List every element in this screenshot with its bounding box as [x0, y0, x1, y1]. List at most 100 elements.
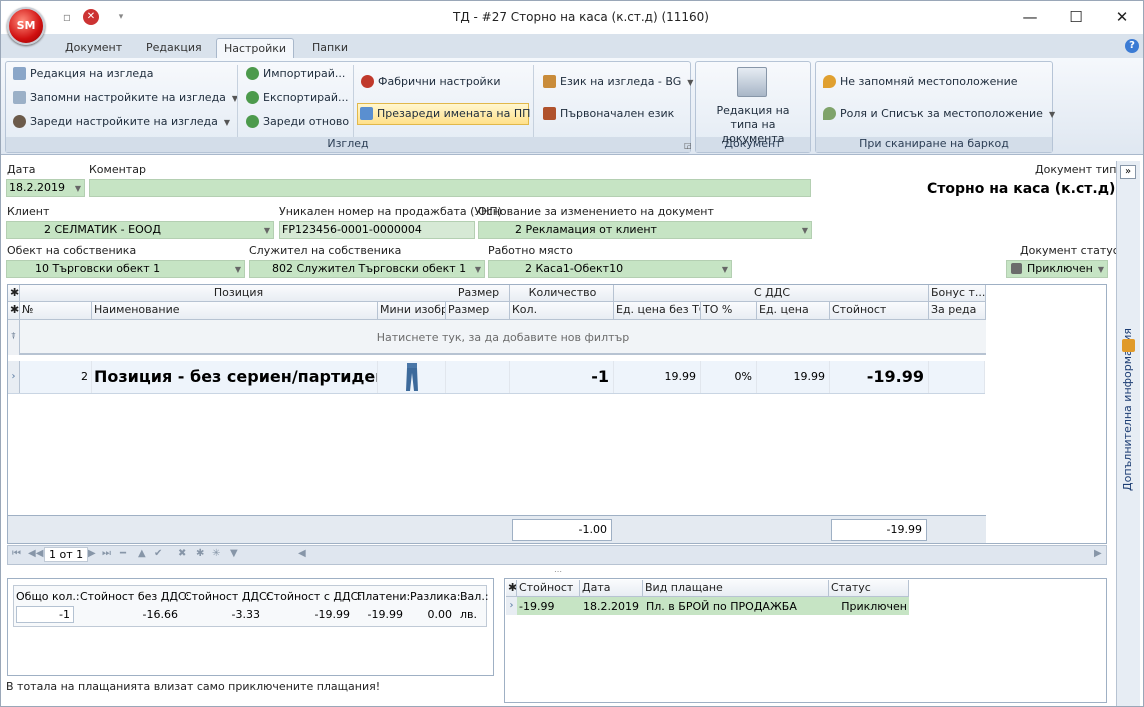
table-row[interactable]: › 2 Позиция - без сериен/партиден... -1 …	[8, 361, 985, 394]
doc-type-value: Сторно на каса (к.ст.д)	[927, 181, 1116, 197]
info-icon	[1122, 339, 1135, 352]
edit-view-button[interactable]: Редакция на изгледа	[11, 64, 231, 84]
grid-row-header-icon[interactable]: ✱	[8, 302, 20, 320]
col-per-row[interactable]: За реда	[929, 302, 986, 320]
filter-icon[interactable]: ⍒	[8, 320, 20, 355]
save-view-settings-button[interactable]: Запомни настройките на изгледа ▼	[11, 88, 238, 108]
col-size[interactable]: Размер	[446, 302, 510, 320]
asterisk-filter-icon[interactable]: ✳	[212, 548, 220, 559]
minimize-button[interactable]: —	[1019, 7, 1041, 27]
pay-col-type[interactable]: Вид плащане	[643, 580, 829, 597]
tab-folders[interactable]: Папки	[312, 38, 362, 58]
tab-settings[interactable]: Настройки	[216, 38, 294, 58]
cell-no[interactable]: 2	[20, 361, 92, 393]
asterisk-icon[interactable]: ✱	[196, 548, 204, 559]
pay-type[interactable]: Пл. в БРОЙ по ПРОДАЖБА	[646, 600, 797, 613]
factory-settings-button[interactable]: Фабрични настройки	[359, 72, 527, 92]
chevron-down-icon: ▼	[74, 184, 81, 193]
pay-value[interactable]: -19.99	[519, 600, 554, 613]
table-row[interactable]: › -19.99 18.2.2019 Пл. в БРОЙ по ПРОДАЖБ…	[506, 597, 909, 615]
status-combo[interactable]: Приключен ▼	[1006, 260, 1108, 278]
col-qty[interactable]: Кол.	[510, 302, 614, 320]
cell-qty[interactable]: -1	[510, 361, 614, 393]
col-price-no-to[interactable]: Ед. цена без ТО	[614, 302, 701, 320]
col-mini-image[interactable]: Мини изобр.	[378, 302, 446, 320]
tab-document[interactable]: Документ	[65, 38, 125, 58]
cell-per-row[interactable]	[929, 361, 985, 393]
comment-field[interactable]	[89, 179, 811, 197]
app-logo-button[interactable]: SM	[7, 7, 45, 45]
band-with-vat: С ДДС	[614, 285, 929, 302]
grid-corner-icon[interactable]: ✱	[8, 285, 20, 302]
col-name[interactable]: Наименование	[92, 302, 378, 320]
totals-table: Общо кол.: Стойност без ДДС: Стойност ДД…	[13, 585, 489, 627]
cancel-icon[interactable]: ✖	[178, 548, 186, 559]
view-language-dropdown[interactable]: Език на изгледа - BG ▼	[541, 72, 693, 92]
object-combo[interactable]: 10 Търговски обект 1 ▼	[6, 260, 245, 278]
splitter-handle-icon[interactable]: ⋯	[549, 567, 567, 576]
first-record-icon[interactable]: ⏮	[12, 548, 21, 559]
tab-edit[interactable]: Редакция	[146, 38, 206, 58]
unp-field[interactable]: FP123456-0001-0000004	[279, 221, 475, 239]
document-type-icon[interactable]	[737, 67, 767, 97]
maximize-button[interactable]: ☐	[1065, 7, 1087, 27]
customize-qat-icon[interactable]: ▾	[113, 9, 129, 25]
col-no[interactable]: №	[20, 302, 92, 320]
scroll-right-icon[interactable]: ▶	[1094, 548, 1102, 559]
add-record-icon[interactable]: ▲	[138, 548, 146, 559]
client-combo[interactable]: 2 СЕЛМАТИК - ЕООД ▼	[6, 221, 274, 239]
col-value[interactable]: Стойност	[830, 302, 929, 320]
workplace-combo[interactable]: 2 Каса1-Обект10 ▼	[488, 260, 732, 278]
status-value: Приключен	[1027, 262, 1093, 275]
cell-to-pct[interactable]: 0%	[701, 361, 757, 393]
band-position: Позиция	[20, 285, 456, 302]
initial-language-button[interactable]: Първоначален език	[541, 104, 689, 124]
pay-date[interactable]: 18.2.2019	[583, 600, 639, 613]
last-record-icon[interactable]: ⏭	[102, 548, 111, 559]
col-price[interactable]: Ед. цена	[757, 302, 830, 320]
cell-price-no-to[interactable]: 19.99	[614, 361, 701, 393]
col-to-pct[interactable]: ТО %	[701, 302, 757, 320]
summary-qty: -1.00	[512, 519, 612, 541]
import-button[interactable]: Импортирай...	[244, 64, 349, 84]
cell-name[interactable]: Позиция - без сериен/партиден...	[92, 361, 378, 393]
close-doc-icon[interactable]: ✕	[83, 9, 99, 25]
edit-doc-type-button[interactable]: Редакция на типа на документа	[701, 104, 805, 146]
pay-status[interactable]: Приключен	[831, 600, 907, 613]
dialog-launcher-icon[interactable]: ◲	[684, 141, 692, 150]
funnel-icon[interactable]: ▼	[230, 548, 238, 559]
additional-info-side-panel[interactable]: » Допълнителна информация	[1116, 161, 1140, 706]
pay-col-date[interactable]: Дата	[580, 580, 643, 597]
expand-panel-button[interactable]: »	[1120, 165, 1136, 179]
save-settings-icon	[13, 91, 26, 104]
pay-col-status[interactable]: Статус	[829, 580, 909, 597]
date-field[interactable]: 18.2.2019 ▼	[6, 179, 85, 197]
delete-record-icon[interactable]: ━	[120, 548, 126, 559]
cell-price[interactable]: 19.99	[757, 361, 830, 393]
band-bonus: Бонус т...	[929, 285, 986, 302]
role-location-dropdown[interactable]: Роля и Списък за местоположение ▼	[821, 104, 1055, 124]
client-name: СЕЛМАТИК - ЕООД	[54, 223, 162, 236]
pay-col-value[interactable]: Стойност	[517, 580, 580, 597]
client-label: Клиент	[7, 205, 50, 218]
approve-icon[interactable]: ✔	[154, 548, 162, 559]
prev-page-icon[interactable]: ◀◀	[28, 548, 43, 559]
save-icon[interactable]: ▫	[59, 9, 75, 25]
reload-button[interactable]: Зареди отново	[244, 112, 349, 132]
load-view-settings-button[interactable]: Зареди настройките на изгледа ▼	[11, 112, 233, 132]
scroll-left-icon[interactable]: ◀	[298, 548, 306, 559]
next-record-icon[interactable]: ▶	[88, 548, 96, 559]
employee-combo[interactable]: 802 Служител Търговски обект 1 ▼	[249, 260, 485, 278]
reason-combo[interactable]: 2 Рекламация от клиент ▼	[478, 221, 812, 239]
help-icon[interactable]: ?	[1125, 39, 1139, 53]
payments-corner-icon[interactable]: ✱	[506, 580, 517, 597]
close-window-button[interactable]: ✕	[1111, 7, 1133, 27]
export-button[interactable]: Експортирай...	[244, 88, 349, 108]
totals-note: В тотала на плащанията влизат само прикл…	[6, 680, 381, 693]
cell-size[interactable]	[446, 361, 510, 393]
reload-names-button[interactable]: Презареди имената на ПП	[357, 103, 530, 125]
filter-row[interactable]: Натиснете тук, за да добавите нов филтър	[20, 320, 986, 355]
cell-mini-image[interactable]	[378, 361, 446, 393]
no-remember-location-button[interactable]: Не запомняй местоположение	[821, 72, 1046, 92]
cell-value[interactable]: -19.99	[830, 361, 929, 393]
